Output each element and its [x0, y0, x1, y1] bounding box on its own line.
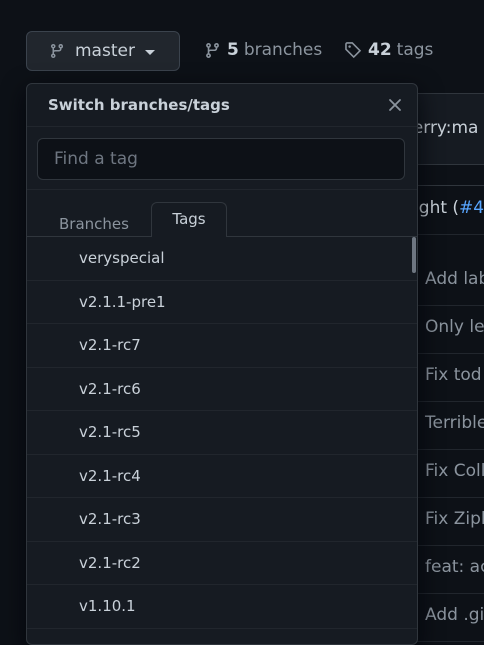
chevron-down-icon [144, 49, 155, 55]
dropdown-header: Switch branches/tags [27, 84, 417, 127]
tags-count: 42 [368, 40, 392, 60]
tag-icon [345, 42, 362, 59]
branches-link[interactable]: 5 branches [204, 40, 322, 60]
tag-item[interactable]: v2.1-rc5 [27, 411, 417, 455]
tag-item[interactable]: veryspecial [27, 237, 417, 281]
git-branch-icon [206, 42, 219, 58]
tag-item[interactable]: v2.1-rc7 [27, 324, 417, 368]
tab-tags[interactable]: Tags [151, 202, 227, 237]
close-icon[interactable] [387, 97, 403, 113]
ref-tabs: Branches Tags [27, 190, 417, 237]
tag-item[interactable]: v2.1-rc3 [27, 498, 417, 542]
tag-item[interactable]: v2.1-rc2 [27, 542, 417, 585]
tag-item[interactable]: v1.10.1 [27, 585, 417, 629]
find-tag-input[interactable] [37, 138, 405, 180]
tag-list: veryspecial v2.1.1-pre1 v2.1-rc7 v2.1-rc… [27, 237, 417, 629]
branches-label: branches [243, 40, 323, 60]
latest-commit-link[interactable]: #4 [459, 198, 484, 218]
branch-select-label: master [75, 41, 135, 61]
switch-branches-dropdown: Switch branches/tags Branches Tags verys… [26, 83, 418, 645]
tag-item[interactable]: v2.1.1-pre1 [27, 281, 417, 324]
branches-count: 5 [227, 40, 239, 60]
tags-link[interactable]: 42 tags [344, 40, 433, 60]
git-branch-icon [51, 43, 63, 59]
filter-section [27, 127, 417, 190]
tag-item[interactable]: v2.1-rc4 [27, 455, 417, 498]
tab-branches[interactable]: Branches [59, 215, 129, 233]
dropdown-title: Switch branches/tags [48, 96, 230, 114]
scrollbar[interactable] [412, 237, 416, 273]
tags-label: tags [396, 40, 434, 60]
branch-select-button[interactable]: master [26, 31, 180, 71]
tag-item[interactable]: v2.1-rc6 [27, 368, 417, 411]
